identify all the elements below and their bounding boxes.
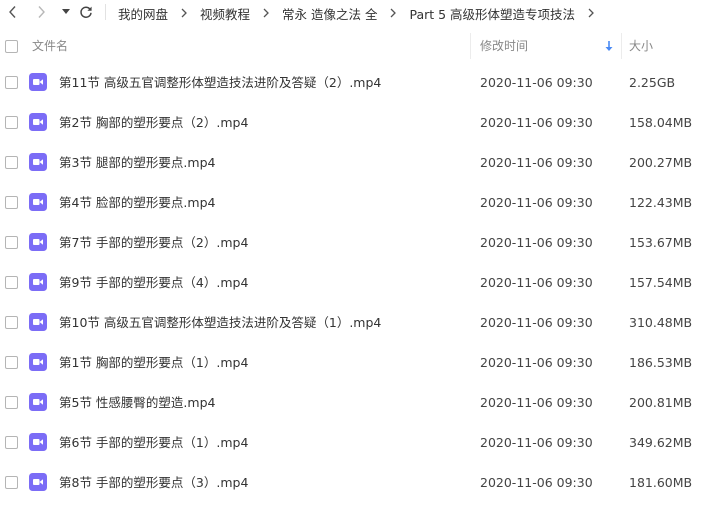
history-dropdown-button[interactable]	[57, 3, 75, 21]
chevron-right-icon[interactable]	[587, 7, 595, 19]
row-checkbox[interactable]	[5, 276, 18, 289]
video-file-icon	[29, 193, 47, 211]
row-checkbox[interactable]	[5, 476, 18, 489]
video-file-icon	[29, 393, 47, 411]
file-modified-time: 2020-11-06 09:30	[480, 155, 593, 170]
file-name[interactable]: 第2节 胸部的塑形要点（2）.mp4	[59, 115, 248, 130]
video-file-icon	[29, 313, 47, 331]
video-file-icon	[29, 433, 47, 451]
file-name[interactable]: 第7节 手部的塑形要点（2）.mp4	[59, 235, 248, 250]
file-size: 310.48MB	[629, 315, 693, 330]
video-file-icon	[29, 73, 47, 91]
refresh-button[interactable]	[77, 3, 95, 21]
row-checkbox[interactable]	[5, 156, 18, 169]
breadcrumb-item-my-drive[interactable]: 我的网盘	[118, 4, 168, 23]
breadcrumb-item-current-folder[interactable]: Part 5 高级形体塑造专项技法	[409, 4, 575, 23]
file-name[interactable]: 第8节 手部的塑形要点（3）.mp4	[59, 475, 248, 490]
video-file-icon	[29, 233, 47, 251]
file-row[interactable]: 第10节 高级五官调整形体塑造技法进阶及答疑（1）.mp4 2020-11-06 …	[0, 302, 701, 342]
file-name[interactable]: 第5节 性感腰臀的塑造.mp4	[59, 395, 215, 410]
file-size: 122.43MB	[629, 195, 693, 210]
chevron-left-icon	[9, 6, 16, 18]
row-checkbox[interactable]	[5, 436, 18, 449]
file-row[interactable]: 第2节 胸部的塑形要点（2）.mp4 2020-11-06 09:30 158.04…	[0, 102, 701, 142]
chevron-right-icon	[38, 6, 45, 18]
file-row[interactable]: 第8节 手部的塑形要点（3）.mp4 2020-11-06 09:30 181.60…	[0, 462, 701, 502]
column-header-modified[interactable]: 修改时间	[480, 39, 528, 53]
file-modified-time: 2020-11-06 09:30	[480, 75, 593, 90]
file-name[interactable]: 第11节 高级五官调整形体塑造技法进阶及答疑（2）.mp4	[59, 75, 381, 90]
refresh-icon	[80, 6, 92, 18]
caret-down-icon	[62, 9, 70, 14]
file-size: 181.60MB	[629, 475, 693, 490]
file-size: 200.27MB	[629, 155, 693, 170]
file-size: 200.81MB	[629, 395, 693, 410]
file-row[interactable]: 第1节 胸部的塑形要点（1）.mp4 2020-11-06 09:30 186.53…	[0, 342, 701, 382]
row-checkbox[interactable]	[5, 196, 18, 209]
file-name[interactable]: 第6节 手部的塑形要点（1）.mp4	[59, 435, 248, 450]
chevron-right-icon	[389, 7, 397, 19]
file-modified-time: 2020-11-06 09:30	[480, 235, 593, 250]
file-size: 157.54MB	[629, 275, 693, 290]
column-divider[interactable]	[621, 33, 622, 59]
file-row[interactable]: 第6节 手部的塑形要点（1）.mp4 2020-11-06 09:30 349.62…	[0, 422, 701, 462]
breadcrumb-item-course[interactable]: 常永 造像之法 全	[282, 4, 377, 23]
file-row[interactable]: 第11节 高级五官调整形体塑造技法进阶及答疑（2）.mp4 2020-11-06 …	[0, 62, 701, 102]
file-row[interactable]: 第7节 手部的塑形要点（2）.mp4 2020-11-06 09:30 153.67…	[0, 222, 701, 262]
column-header: 文件名 修改时间 大小	[0, 33, 701, 59]
video-file-icon	[29, 353, 47, 371]
nav-divider	[105, 4, 106, 20]
navigation-bar: 我的网盘 视频教程 常永 造像之法 全 Part 5 高级形体塑造专项技法	[0, 0, 701, 26]
forward-button[interactable]	[32, 3, 50, 21]
video-file-icon	[29, 153, 47, 171]
row-checkbox[interactable]	[5, 356, 18, 369]
file-size: 349.62MB	[629, 435, 693, 450]
file-size: 153.67MB	[629, 235, 693, 250]
file-row[interactable]: 第3节 腿部的塑形要点.mp4 2020-11-06 09:30 200.27MB	[0, 142, 701, 182]
file-modified-time: 2020-11-06 09:30	[480, 315, 593, 330]
video-file-icon	[29, 113, 47, 131]
file-name[interactable]: 第10节 高级五官调整形体塑造技法进阶及答疑（1）.mp4	[59, 315, 381, 330]
file-row[interactable]: 第9节 手部的塑形要点（4）.mp4 2020-11-06 09:30 157.54…	[0, 262, 701, 302]
file-row[interactable]: 第5节 性感腰臀的塑造.mp4 2020-11-06 09:30 200.81MB	[0, 382, 701, 422]
video-file-icon	[29, 473, 47, 491]
file-list: 第11节 高级五官调整形体塑造技法进阶及答疑（2）.mp4 2020-11-06 …	[0, 62, 701, 502]
column-header-name[interactable]: 文件名	[32, 39, 68, 53]
sort-down-arrow-icon[interactable]	[604, 40, 614, 52]
video-file-icon	[29, 273, 47, 291]
file-modified-time: 2020-11-06 09:30	[480, 475, 593, 490]
file-name[interactable]: 第9节 手部的塑形要点（4）.mp4	[59, 275, 248, 290]
file-name[interactable]: 第3节 腿部的塑形要点.mp4	[59, 155, 215, 170]
row-checkbox[interactable]	[5, 396, 18, 409]
file-name[interactable]: 第1节 胸部的塑形要点（1）.mp4	[59, 355, 248, 370]
column-header-size[interactable]: 大小	[629, 39, 653, 53]
file-name[interactable]: 第4节 脸部的塑形要点.mp4	[59, 195, 215, 210]
back-button[interactable]	[4, 3, 22, 21]
chevron-right-icon	[262, 7, 270, 19]
file-modified-time: 2020-11-06 09:30	[480, 275, 593, 290]
row-checkbox[interactable]	[5, 316, 18, 329]
row-checkbox[interactable]	[5, 236, 18, 249]
file-size: 158.04MB	[629, 115, 693, 130]
file-size: 186.53MB	[629, 355, 693, 370]
file-modified-time: 2020-11-06 09:30	[480, 115, 593, 130]
file-browser: 我的网盘 视频教程 常永 造像之法 全 Part 5 高级形体塑造专项技法 文件…	[0, 0, 701, 515]
file-modified-time: 2020-11-06 09:30	[480, 355, 593, 370]
row-checkbox[interactable]	[5, 116, 18, 129]
file-modified-time: 2020-11-06 09:30	[480, 435, 593, 450]
file-modified-time: 2020-11-06 09:30	[480, 195, 593, 210]
file-row[interactable]: 第4节 脸部的塑形要点.mp4 2020-11-06 09:30 122.43MB	[0, 182, 701, 222]
select-all-checkbox[interactable]	[5, 40, 18, 53]
file-size: 2.25GB	[629, 75, 676, 90]
breadcrumb: 我的网盘 视频教程 常永 造像之法 全 Part 5 高级形体塑造专项技法	[118, 0, 607, 26]
row-checkbox[interactable]	[5, 76, 18, 89]
breadcrumb-item-video-tutorials[interactable]: 视频教程	[200, 4, 250, 23]
file-modified-time: 2020-11-06 09:30	[480, 395, 593, 410]
column-divider[interactable]	[470, 33, 471, 59]
chevron-right-icon	[180, 7, 188, 19]
